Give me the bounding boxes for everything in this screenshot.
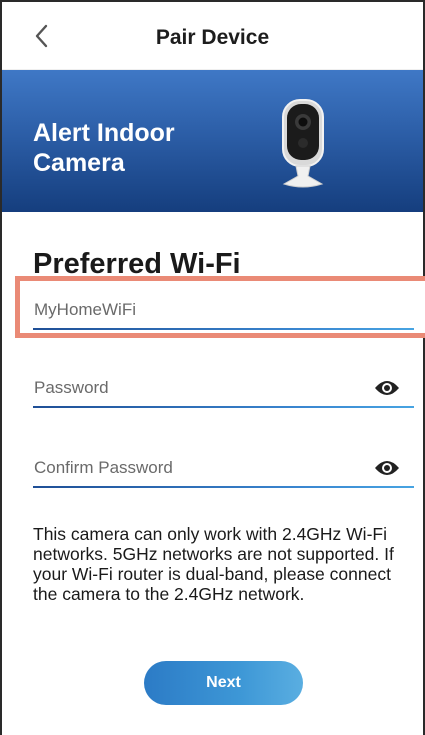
eye-icon[interactable]: [374, 459, 400, 477]
field-underline: [33, 328, 414, 330]
top-bar: Pair Device: [2, 2, 423, 70]
password-field[interactable]: Password: [33, 362, 414, 408]
page-title: Pair Device: [155, 26, 270, 49]
eye-icon[interactable]: [374, 379, 400, 397]
indoor-camera-image: [282, 99, 324, 188]
wifi-ssid-value: MyHomeWiFi: [34, 300, 136, 319]
wifi-ssid-field[interactable]: MyHomeWiFi: [33, 284, 414, 330]
confirm-password-placeholder: Confirm Password: [34, 458, 173, 477]
password-placeholder: Password: [34, 378, 109, 397]
product-name: Alert Indoor Camera: [33, 119, 175, 177]
field-underline: [33, 406, 414, 408]
wifi-info-text: This camera can only work with 2.4GHz Wi…: [33, 524, 394, 604]
product-banner: Alert Indoor Camera: [2, 70, 423, 212]
confirm-password-field[interactable]: Confirm Password: [33, 442, 414, 488]
next-button[interactable]: Next: [144, 661, 303, 705]
field-underline: [33, 486, 414, 488]
